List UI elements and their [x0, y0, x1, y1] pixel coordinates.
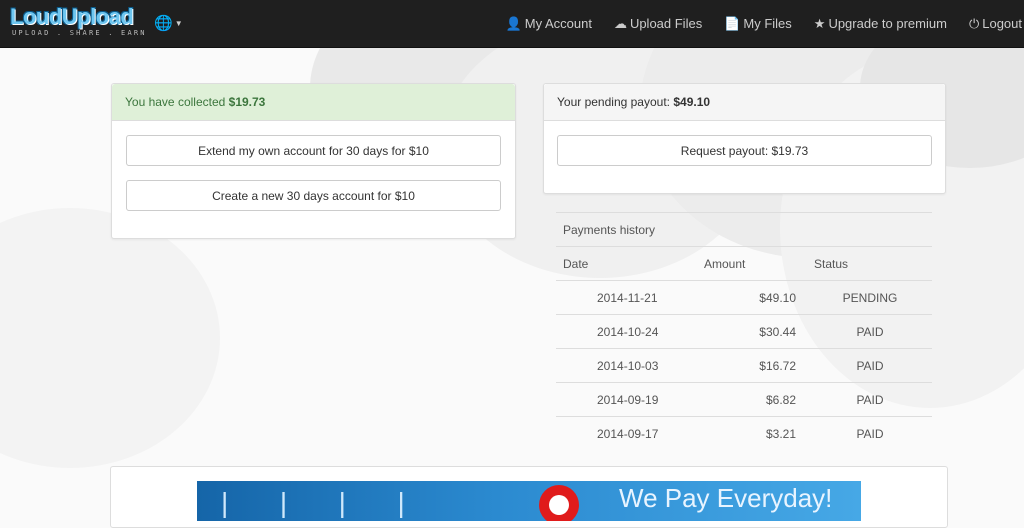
- table-row: 2014-11-21 $49.10 PENDING: [556, 280, 932, 314]
- nav-label: Logout: [982, 16, 1022, 31]
- banner-badge-icon: [539, 485, 579, 521]
- cell-amount: $16.72: [759, 358, 796, 373]
- cell-status: PAID: [856, 426, 884, 441]
- globe-icon: 🌐: [154, 15, 173, 32]
- table-row: 2014-09-17 $3.21 PAID: [556, 416, 932, 450]
- payments-history-table: Payments history Date Amount Status 2014…: [556, 212, 932, 450]
- table-caption: Payments history: [563, 222, 656, 237]
- star-icon: ★: [813, 15, 826, 31]
- cell-amount: $30.44: [759, 324, 796, 339]
- collected-header: You have collected $19.73: [112, 84, 515, 121]
- table-header-row: Date Amount Status: [556, 246, 932, 280]
- payout-amount: $49.10: [673, 95, 711, 109]
- cell-status: PAID: [856, 324, 884, 339]
- cell-date: 2014-11-21: [597, 290, 658, 305]
- nav-my-account[interactable]: 👤 My Account: [506, 16, 592, 32]
- banner-text: We Pay Everyday!: [619, 483, 833, 513]
- nav-label: Upload Files: [629, 16, 703, 31]
- cloud-shape: [0, 208, 220, 468]
- cell-date: 2014-09-17: [597, 426, 659, 441]
- nav-menu: 👤 My Account ☁ Upload Files 📄 My Files ★…: [506, 0, 1022, 47]
- cell-status: PAID: [856, 392, 884, 407]
- column-header-amount: Amount: [704, 256, 746, 271]
- power-icon: ⏻: [968, 15, 980, 31]
- payout-header: Your pending payout: $49.10: [544, 84, 945, 121]
- create-account-button[interactable]: Create a new 30 days account for $10: [126, 180, 501, 211]
- nav-upgrade-premium[interactable]: ★ Upgrade to premium: [814, 16, 947, 32]
- nav-my-files[interactable]: 📄 My Files: [724, 16, 792, 32]
- nav-logout[interactable]: ⏻ Logout: [969, 16, 1022, 32]
- table-row: 2014-10-03 $16.72 PAID: [556, 348, 932, 382]
- collected-prefix: You have collected: [125, 95, 226, 109]
- nav-label: My Files: [743, 16, 792, 31]
- logo[interactable]: LoudUpload UPLOAD . SHARE . EARN: [10, 4, 147, 38]
- banner-logo-graphic: | | | |: [221, 487, 417, 518]
- cloud-upload-icon: ☁: [613, 15, 627, 31]
- caret-down-icon: ▼: [174, 18, 183, 28]
- top-navbar: LoudUpload UPLOAD . SHARE . EARN 🌐 ▼ 👤 M…: [0, 0, 1024, 48]
- user-icon: 👤: [505, 15, 522, 31]
- cell-date: 2014-10-03: [597, 358, 659, 373]
- collected-panel: You have collected $19.73 Extend my own …: [111, 83, 516, 239]
- payments-history-title: Payments history: [556, 212, 932, 246]
- cell-amount: $3.21: [765, 426, 796, 441]
- cell-status: PAID: [856, 358, 884, 373]
- cell-date: 2014-09-19: [597, 392, 659, 407]
- column-header-status: Status: [814, 256, 849, 271]
- table-row: 2014-10-24 $30.44 PAID: [556, 314, 932, 348]
- logo-tagline: UPLOAD . SHARE . EARN: [12, 29, 147, 37]
- request-payout-button[interactable]: Request payout: $19.73: [557, 135, 932, 166]
- payout-panel: Your pending payout: $49.10 Request payo…: [543, 83, 946, 194]
- cell-amount: $49.10: [759, 290, 796, 305]
- nav-upload-files[interactable]: ☁ Upload Files: [614, 16, 702, 32]
- nav-label: My Account: [524, 16, 592, 31]
- cell-status: PENDING: [842, 290, 898, 305]
- file-icon: 📄: [724, 15, 741, 31]
- language-dropdown[interactable]: 🌐 ▼: [154, 14, 183, 32]
- collected-amount: $19.73: [228, 95, 266, 109]
- table-row: 2014-09-19 $6.82 PAID: [556, 382, 932, 416]
- cell-amount: $6.82: [765, 392, 796, 407]
- payout-prefix: Your pending payout:: [557, 95, 670, 109]
- cell-date: 2014-10-24: [597, 324, 659, 339]
- logo-text: LoudUpload: [10, 4, 134, 29]
- promo-banner[interactable]: | | | | We Pay Everyday!: [197, 481, 861, 521]
- extend-account-button[interactable]: Extend my own account for 30 days for $1…: [126, 135, 501, 166]
- nav-label: Upgrade to premium: [828, 16, 947, 31]
- column-header-date: Date: [563, 256, 589, 271]
